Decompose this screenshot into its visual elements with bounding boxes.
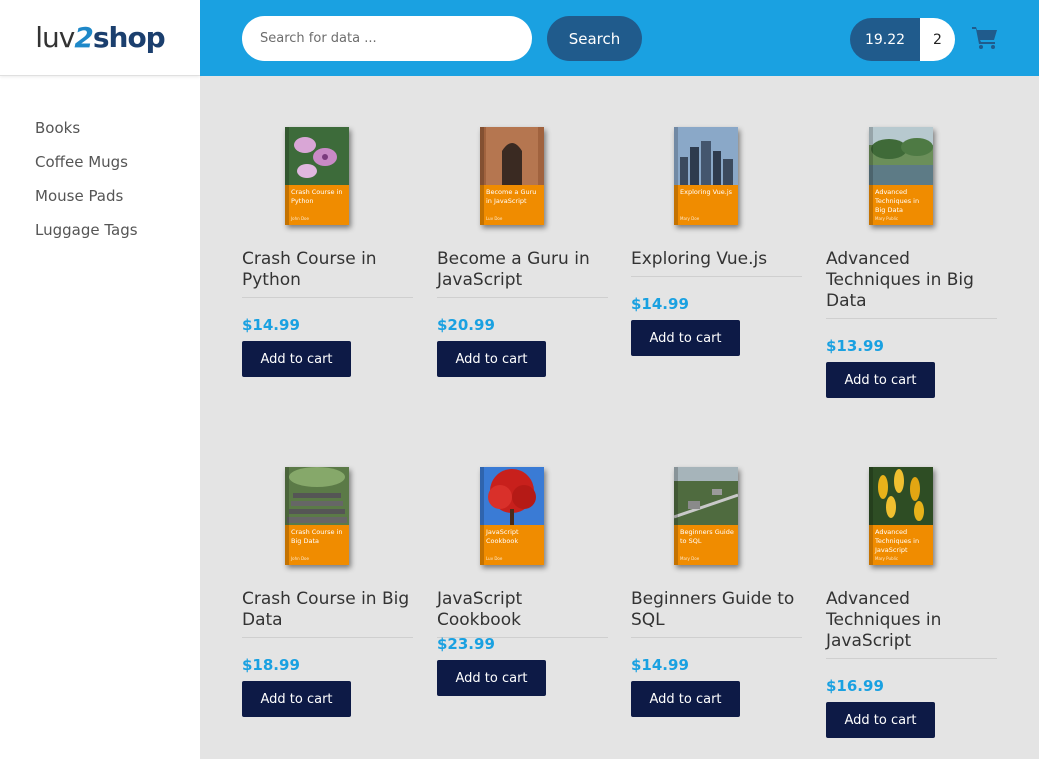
cover-title: Crash Course in Python (291, 188, 343, 205)
shopping-cart-icon[interactable] (972, 25, 998, 49)
top-header: Search 19.22 2 (200, 0, 1039, 76)
cover-title: Beginners Guide to SQL (680, 528, 734, 545)
product-cover-image[interactable]: Crash Course in Python John Doe (285, 127, 349, 225)
product-name[interactable]: Beginners Guide to SQL (631, 589, 802, 638)
cover-author: Luv Doe (486, 216, 503, 221)
yellow-flowers-icon (869, 467, 933, 525)
cover-author: Luv Doe (486, 556, 503, 561)
category-luggage-tags[interactable]: Luggage Tags (0, 220, 200, 254)
aerial-city-icon (674, 467, 738, 525)
add-to-cart-button[interactable]: Add to cart (242, 681, 351, 717)
product-cover-image[interactable]: Crash Course in Big Data John Doe (285, 467, 349, 565)
category-books[interactable]: Books (0, 118, 200, 152)
category-coffee-mugs[interactable]: Coffee Mugs (0, 152, 200, 186)
red-tree-icon (480, 467, 544, 525)
product-name[interactable]: Advanced Techniques in JavaScript (826, 589, 997, 659)
product-price: $14.99 (631, 295, 689, 313)
cover-author: Mary Public (875, 216, 899, 221)
orchid-flower-icon (285, 127, 349, 185)
cover-title: Exploring Vue.js (680, 188, 733, 196)
add-to-cart-button[interactable]: Add to cart (437, 660, 546, 696)
product-cover-image[interactable]: Advanced Techniques in Big Data Mary Pub… (869, 127, 933, 225)
product-name[interactable]: Crash Course in Python (242, 249, 413, 298)
city-skyline-icon (674, 127, 738, 185)
product-name[interactable]: Become a Guru in JavaScript (437, 249, 608, 298)
cover-author: Mary Doe (680, 216, 700, 221)
add-to-cart-button[interactable]: Add to cart (437, 341, 546, 377)
category-mouse-pads[interactable]: Mouse Pads (0, 186, 200, 220)
add-to-cart-button[interactable]: Add to cart (826, 362, 935, 398)
search-button[interactable]: Search (547, 16, 642, 61)
product-cover-image[interactable]: Advanced Techniques in JavaScript Mary P… (869, 467, 933, 565)
cover-title: JavaScript Cookbook (486, 528, 519, 545)
cover-author: Mary Doe (680, 556, 700, 561)
cover-author: John Doe (291, 216, 309, 221)
cover-title: Advanced Techniques in JavaScript (875, 528, 920, 554)
product-cover-image[interactable]: Beginners Guide to SQL Mary Doe (674, 467, 738, 565)
forest-steps-icon (285, 467, 349, 525)
product-name[interactable]: JavaScript Cookbook (437, 589, 608, 638)
cover-title: Advanced Techniques in Big Data (875, 188, 920, 214)
product-price: $16.99 (826, 677, 884, 695)
product-cover-image[interactable]: JavaScript Cookbook Luv Doe (480, 467, 544, 565)
cover-author: John Doe (291, 556, 309, 561)
product-cover-image[interactable]: Exploring Vue.js Mary Doe (674, 127, 738, 225)
river-landscape-icon (869, 127, 933, 185)
cart-total-price: 19.22 (850, 18, 920, 61)
product-price: $23.99 (437, 635, 495, 653)
cart-total-quantity: 2 (920, 18, 955, 61)
sidebar: luv 2 shop Books Coffee Mugs Mouse Pads Lu… (0, 0, 200, 759)
add-to-cart-button[interactable]: Add to cart (631, 681, 740, 717)
product-name[interactable]: Exploring Vue.js (631, 249, 802, 277)
product-price: $14.99 (631, 656, 689, 674)
product-cover-image[interactable]: Become a Guru in JavaScript Luv Doe (480, 127, 544, 225)
add-to-cart-button[interactable]: Add to cart (631, 320, 740, 356)
product-name[interactable]: Advanced Techniques in Big Data (826, 249, 997, 319)
product-price: $14.99 (242, 316, 300, 334)
cover-author: Mary Public (875, 556, 899, 561)
category-menu: Books Coffee Mugs Mouse Pads Luggage Tag… (0, 76, 200, 254)
cover-title: Become a Guru in JavaScript (486, 188, 537, 205)
cart-status[interactable]: 19.22 2 (850, 18, 955, 61)
product-price: $18.99 (242, 656, 300, 674)
product-price: $20.99 (437, 316, 495, 334)
add-to-cart-button[interactable]: Add to cart (242, 341, 351, 377)
product-name[interactable]: Crash Course in Big Data (242, 589, 413, 638)
luv2shop-logo[interactable]: luv 2 shop (35, 21, 165, 54)
cover-title: Crash Course in Big Data (291, 528, 343, 545)
search-input[interactable] (242, 16, 532, 61)
product-price: $13.99 (826, 337, 884, 355)
add-to-cart-button[interactable]: Add to cart (826, 702, 935, 738)
logo-area: luv 2 shop (0, 0, 200, 76)
stone-archway-icon (480, 127, 544, 185)
